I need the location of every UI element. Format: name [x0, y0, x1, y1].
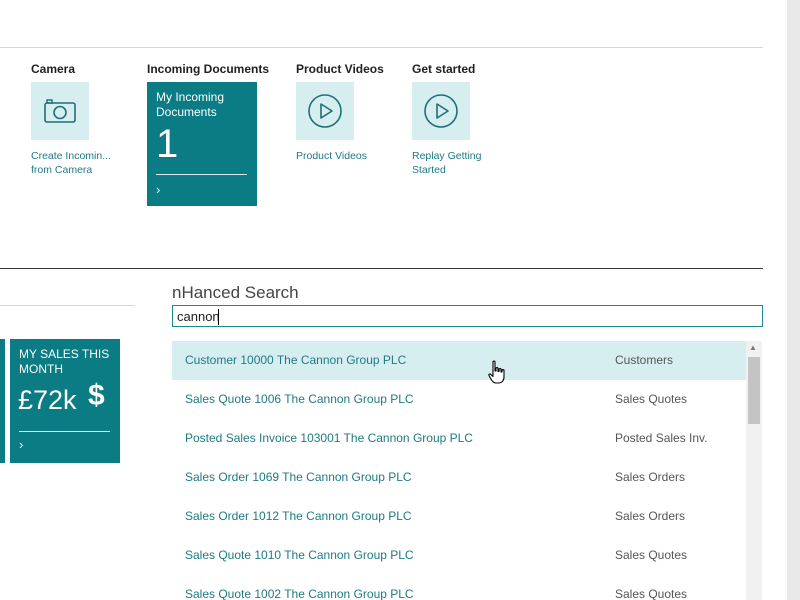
cue-separator	[19, 431, 110, 432]
search-heading: nHanced Search	[172, 283, 299, 302]
left-panel-divider	[0, 305, 135, 306]
replay-getting-started-link[interactable]: Replay Getting Started	[412, 149, 492, 177]
section-divider	[0, 268, 763, 269]
result-name[interactable]: Sales Quote 1010 The Cannon Group PLC	[185, 548, 414, 562]
result-name[interactable]: Sales Order 1069 The Cannon Group PLC	[185, 470, 412, 484]
result-type: Sales Quotes	[615, 392, 688, 406]
camera-tile[interactable]	[31, 82, 89, 140]
result-type: Sales Orders	[615, 470, 686, 484]
camera-group-title: Camera	[31, 62, 76, 76]
search-results-list: Customer 10000 The Cannon Group PLC Cust…	[172, 341, 746, 600]
search-result-row[interactable]: Sales Quote 1010 The Cannon Group PLC Sa…	[172, 536, 746, 575]
cue-title: MY SALES THIS MONTH	[19, 347, 110, 376]
result-name[interactable]: Customer 10000 The Cannon Group PLC	[185, 353, 406, 367]
result-name[interactable]: Sales Order 1012 The Cannon Group PLC	[185, 509, 412, 523]
text-caret	[218, 309, 219, 325]
partial-cue-tile[interactable]	[0, 339, 5, 463]
results-scrollbar[interactable]: ▲	[746, 341, 762, 600]
get-started-group-title: Get started	[412, 62, 476, 76]
search-result-row[interactable]: Customer 10000 The Cannon Group PLC Cust…	[172, 341, 746, 380]
product-videos-tile[interactable]	[296, 82, 354, 140]
result-type: Posted Sales Inv.	[615, 431, 708, 445]
result-name[interactable]: Sales Quote 1002 The Cannon Group PLC	[185, 587, 414, 600]
my-incoming-documents-tile[interactable]: My Incoming Documents 1 ›	[147, 82, 257, 206]
dollar-icon: $	[88, 379, 105, 412]
get-started-tile[interactable]	[412, 82, 470, 140]
search-result-row[interactable]: Sales Order 1069 The Cannon Group PLC Sa…	[172, 458, 746, 497]
search-result-row[interactable]: Sales Quote 1002 The Cannon Group PLC Sa…	[172, 575, 746, 600]
cue-title: My Incoming Documents	[156, 90, 225, 119]
cue-separator	[156, 174, 247, 175]
page-scrollbar[interactable]	[787, 0, 800, 600]
scroll-thumb[interactable]	[748, 357, 760, 424]
result-type: Sales Orders	[615, 509, 686, 523]
search-result-row[interactable]: Sales Order 1012 The Cannon Group PLC Sa…	[172, 497, 746, 536]
incoming-documents-group-title: Incoming Documents	[147, 62, 270, 76]
scroll-up-icon[interactable]: ▲	[749, 343, 757, 352]
my-sales-this-month-tile[interactable]: MY SALES THIS MONTH £72k $ ›	[10, 339, 120, 463]
create-from-camera-link[interactable]: Create Incomin... from Camera	[31, 149, 119, 177]
search-input[interactable]	[172, 305, 763, 327]
top-divider	[0, 47, 763, 48]
search-result-row[interactable]: Sales Quote 1006 The Cannon Group PLC Sa…	[172, 380, 746, 419]
camera-icon	[44, 99, 76, 123]
result-type: Sales Quotes	[615, 587, 688, 600]
cue-value: 1	[156, 122, 179, 166]
result-type: Customers	[615, 353, 674, 367]
search-result-row[interactable]: Posted Sales Invoice 103001 The Cannon G…	[172, 419, 746, 458]
play-circle-icon	[308, 94, 342, 128]
result-name[interactable]: Sales Quote 1006 The Cannon Group PLC	[185, 392, 414, 406]
play-circle-icon	[424, 94, 458, 128]
chevron-right-icon[interactable]: ›	[156, 182, 160, 197]
result-type: Sales Quotes	[615, 548, 688, 562]
result-name[interactable]: Posted Sales Invoice 103001 The Cannon G…	[185, 431, 473, 445]
product-videos-group-title: Product Videos	[296, 62, 384, 76]
product-videos-link[interactable]: Product Videos	[296, 149, 386, 163]
hand-cursor-icon	[488, 360, 505, 384]
cue-value: £72k	[18, 385, 77, 415]
chevron-right-icon[interactable]: ›	[19, 437, 23, 452]
